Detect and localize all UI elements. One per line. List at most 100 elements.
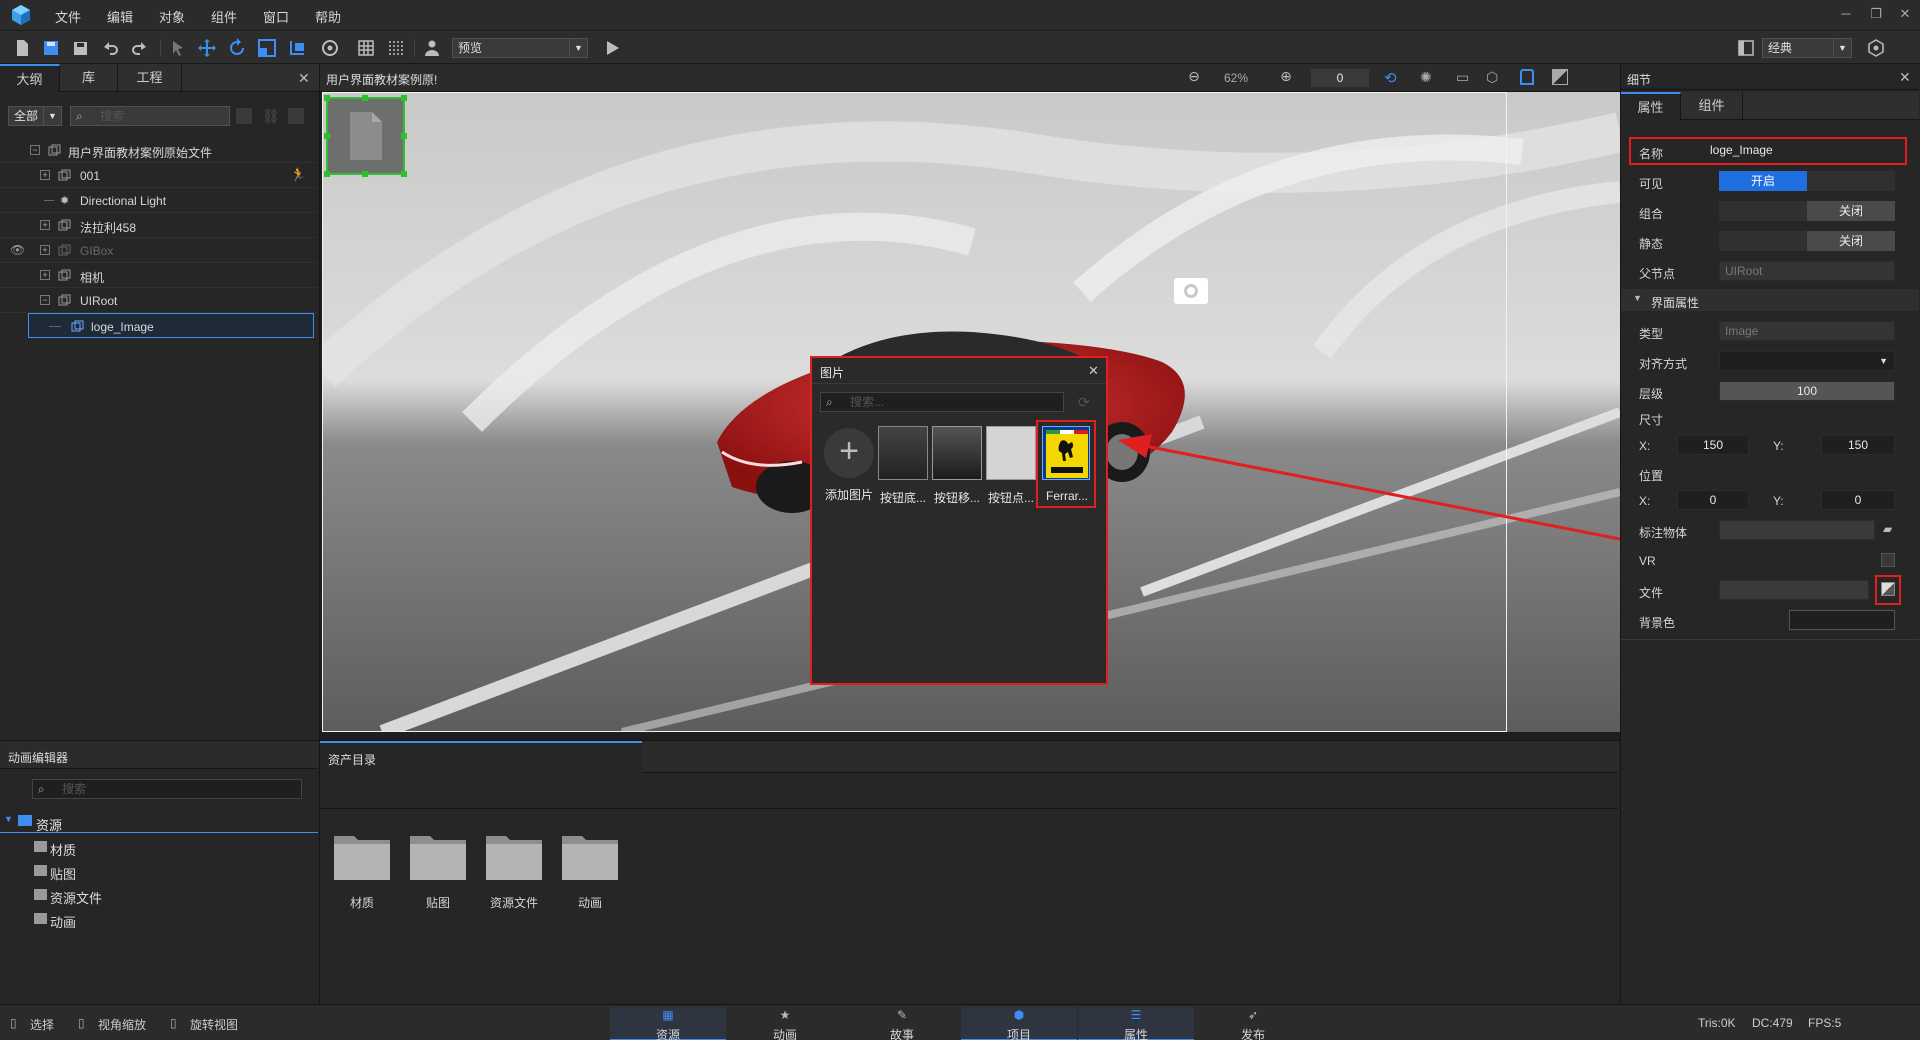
zoom-out-icon[interactable]: ⊖ [1184,68,1204,88]
refresh-icon[interactable]: ⟳ [1078,394,1090,411]
dot-grid-icon[interactable] [386,38,406,58]
tab-asset-directory[interactable]: 资产目录 [320,741,642,773]
visible-on-option[interactable]: 开启 [1719,171,1807,191]
menu-edit[interactable]: 编辑 [107,7,133,26]
link-icon[interactable]: ⛓ [262,108,280,124]
eye-icon[interactable]: 👁 [10,243,25,257]
image-search-input[interactable]: ⌕ 搜索... [820,392,1064,412]
menu-object[interactable]: 对象 [159,7,185,26]
layer-slider[interactable]: 100 [1719,381,1895,401]
video-camera-icon[interactable]: ▭ [1456,69,1469,86]
redo-icon[interactable] [130,38,150,58]
bgcolor-swatch[interactable] [1789,610,1895,630]
tree-item-gibox[interactable]: 👁 + GIBox [0,238,318,263]
cloud-settings-icon[interactable] [320,38,340,58]
tree-item-ferrari[interactable]: + 法拉利458 [0,213,318,238]
folder-icon[interactable] [332,830,392,882]
tree-item-resource-files[interactable]: 资源文件 [0,885,318,907]
restore-icon[interactable]: ❐ [1868,6,1884,22]
annotation-field[interactable] [1719,520,1875,540]
close-icon[interactable]: ✕ [1088,363,1099,379]
aspect-icon[interactable] [1552,69,1568,85]
menu-window[interactable]: 窗口 [263,7,289,26]
folder-icon[interactable] [560,830,620,882]
minimize-icon[interactable]: ─ [1838,6,1854,22]
image-thumb-ferrari[interactable] [1042,426,1090,480]
folder-icon[interactable] [408,830,468,882]
tab-publish[interactable]: ➶ 发布 [1195,1007,1311,1040]
tree-item-assets-root[interactable]: ▼ 资源 [0,811,318,833]
close-icon[interactable]: ✕ [298,70,310,87]
tree-item-root[interactable]: − 用户界面教材案例原始文件 [0,138,318,163]
collapse-icon[interactable]: − [30,145,40,155]
menu-file[interactable]: 文件 [55,7,81,26]
group-toggle[interactable]: 关闭 [1719,201,1895,221]
static-toggle[interactable]: 关闭 [1719,231,1895,251]
group-icon[interactable] [236,108,252,124]
menu-component[interactable]: 组件 [211,7,237,26]
tab-project[interactable]: ⬢ 项目 [961,1007,1077,1040]
cube-icon[interactable]: ⬡ [1486,69,1498,86]
undo-icon[interactable] [100,38,120,58]
tree-item-materials[interactable]: 材质 [0,837,318,859]
vr-checkbox[interactable] [1881,553,1895,567]
group-off-option[interactable]: 关闭 [1807,201,1895,221]
phone-view-icon[interactable] [1520,69,1534,85]
tab-properties[interactable]: 属性 [1621,92,1681,120]
visible-toggle[interactable]: 开启 [1719,171,1895,191]
viewport-value-input[interactable]: 0 [1310,68,1370,88]
tree-item-uiroot[interactable]: − UIRoot [0,288,318,313]
filter-icon[interactable] [288,108,304,124]
expand-icon[interactable]: + [40,270,50,280]
save-icon[interactable] [41,38,61,58]
image-thumb-button-click[interactable] [986,426,1036,480]
tree-item-animations[interactable]: 动画 [0,909,318,931]
layout-select[interactable]: 经典 ▼ [1762,38,1852,58]
add-image-button[interactable]: + [824,428,874,478]
move-tool-icon[interactable] [197,38,217,58]
tab-project[interactable]: 工程 [118,64,182,92]
expand-icon[interactable]: + [40,245,50,255]
save-all-icon[interactable] [70,38,90,58]
outline-filter-select[interactable]: 全部 ▼ [8,106,62,126]
zoom-in-icon[interactable]: ⊕ [1276,68,1296,88]
ui-properties-section[interactable]: ▼ 界面属性 [1621,289,1919,311]
tab-properties[interactable]: ☰ 属性 [1078,1007,1194,1040]
outline-search-input[interactable]: ⌕ 搜索 [70,106,230,126]
close-icon[interactable]: ✕ [1897,6,1913,22]
new-file-icon[interactable] [12,38,32,58]
preview-mode-select[interactable]: 预览 ▼ [452,38,588,58]
scale-tool-icon[interactable] [257,38,277,58]
play-icon[interactable] [602,38,622,58]
align-select[interactable]: ▼ [1719,351,1895,371]
name-input[interactable]: loge_Image [1705,141,1901,161]
tab-components[interactable]: 组件 [1681,92,1743,120]
size-y-input[interactable]: 150 [1821,435,1895,455]
hex-settings-icon[interactable] [1866,38,1886,58]
ui-tool-icon[interactable] [287,38,307,58]
sync-icon[interactable]: ⟲ [1384,69,1397,87]
person-icon[interactable] [422,38,442,58]
tree-item-001[interactable]: + 001 🏃 [0,163,318,188]
select-tool-icon[interactable] [168,38,188,58]
settings-icon[interactable]: ✺ [1420,69,1432,86]
expand-icon[interactable]: + [40,170,50,180]
grid-icon[interactable] [356,38,376,58]
static-off-option[interactable]: 关闭 [1807,231,1895,251]
menu-help[interactable]: 帮助 [315,7,341,26]
image-thumb-button-move[interactable] [932,426,982,480]
file-picker-icon[interactable] [1881,582,1895,596]
file-field[interactable] [1719,580,1869,600]
tab-story[interactable]: ✎ 故事 [844,1007,960,1040]
folder-icon[interactable] [484,830,544,882]
close-icon[interactable]: ✕ [1899,69,1911,86]
layout-icon[interactable] [1736,38,1756,58]
tree-item-loge-image[interactable]: loge_Image [28,313,314,338]
position-x-input[interactable]: 0 [1677,490,1749,510]
tab-animation[interactable]: ★ 动画 [727,1007,843,1040]
tab-library[interactable]: 库 [60,64,118,92]
tree-item-textures[interactable]: 贴图 [0,861,318,883]
tab-outline[interactable]: 大纲 [0,64,60,92]
tree-item-camera[interactable]: + 相机 [0,263,318,288]
expand-icon[interactable]: + [40,220,50,230]
